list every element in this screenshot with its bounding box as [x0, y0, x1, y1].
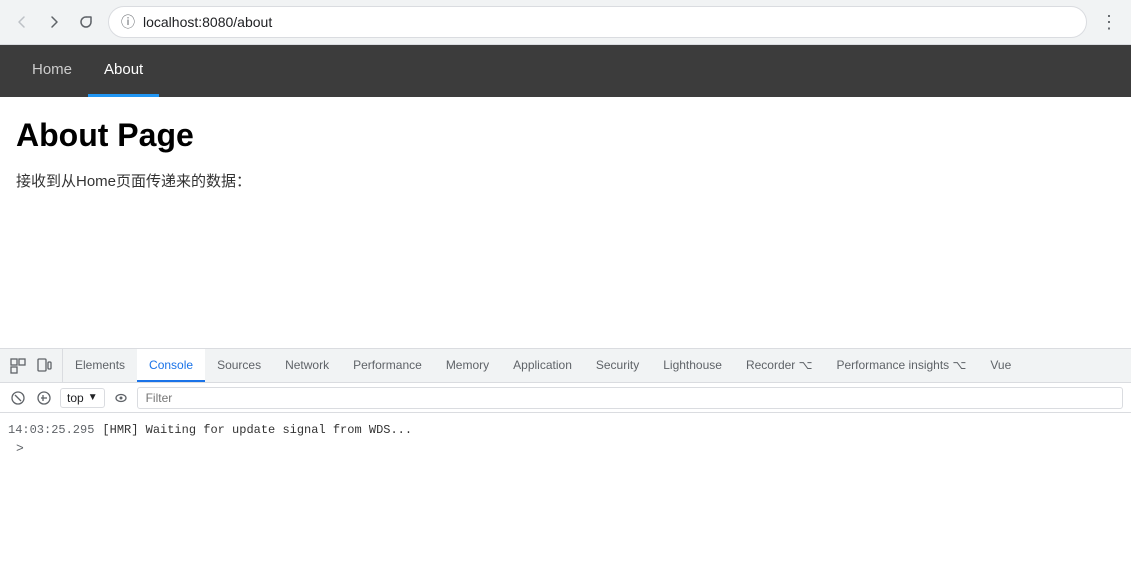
console-toolbar: top ▼	[0, 383, 1131, 413]
tab-lighthouse[interactable]: Lighthouse	[651, 349, 734, 382]
browser-chrome: ⓘ ⋮	[0, 0, 1131, 45]
chevron-down-icon: ▼	[88, 392, 98, 403]
tab-sources[interactable]: Sources	[205, 349, 273, 382]
page-subtitle: 接收到从Home页面传递来的数据：	[16, 170, 1115, 191]
console-output: 14:03:25.295 [HMR] Waiting for update si…	[0, 413, 1131, 466]
console-filter-input[interactable]	[137, 387, 1123, 409]
forward-button[interactable]	[40, 8, 68, 36]
console-line: 14:03:25.295 [HMR] Waiting for update si…	[8, 421, 1123, 439]
nav-buttons	[8, 8, 100, 36]
tab-security[interactable]: Security	[584, 349, 651, 382]
console-message: [HMR] Waiting for update signal from WDS…	[102, 421, 412, 439]
page-title: About Page	[16, 117, 1115, 154]
device-toolbar-icon[interactable]	[32, 354, 56, 378]
devtools-panel: Elements Console Sources Network Perform…	[0, 348, 1131, 578]
browser-toolbar: ⓘ ⋮	[0, 0, 1131, 44]
devtools-icon-bar	[0, 349, 63, 382]
tab-network[interactable]: Network	[273, 349, 341, 382]
tab-memory[interactable]: Memory	[434, 349, 501, 382]
context-label: top	[67, 391, 84, 405]
filter-toggle-button[interactable]	[34, 388, 54, 408]
tab-elements[interactable]: Elements	[63, 349, 137, 382]
nav-home[interactable]: Home	[16, 45, 88, 97]
console-prompt: >	[8, 439, 1123, 458]
context-selector[interactable]: top ▼	[60, 388, 105, 408]
eye-icon-button[interactable]	[111, 388, 131, 408]
reload-button[interactable]	[72, 8, 100, 36]
app-navbar: Home About	[0, 45, 1131, 97]
tab-performance[interactable]: Performance	[341, 349, 434, 382]
inspect-element-icon[interactable]	[6, 354, 30, 378]
page-content: About Page 接收到从Home页面传递来的数据：	[0, 97, 1131, 211]
lock-icon: ⓘ	[121, 12, 135, 32]
tab-vue[interactable]: Vue	[978, 349, 1023, 382]
tab-console[interactable]: Console	[137, 349, 205, 382]
devtools-tab-bar: Elements Console Sources Network Perform…	[0, 349, 1131, 383]
nav-about[interactable]: About	[88, 45, 159, 97]
tab-recorder[interactable]: Recorder ⌥	[734, 349, 825, 382]
address-bar[interactable]: ⓘ	[108, 6, 1087, 38]
url-input[interactable]	[143, 14, 1074, 30]
browser-menu-button[interactable]: ⋮	[1095, 8, 1123, 36]
back-button[interactable]	[8, 8, 36, 36]
tab-application[interactable]: Application	[501, 349, 584, 382]
console-timestamp: 14:03:25.295	[8, 421, 94, 439]
clear-console-button[interactable]	[8, 388, 28, 408]
tab-performance-insights[interactable]: Performance insights ⌥	[824, 349, 978, 382]
